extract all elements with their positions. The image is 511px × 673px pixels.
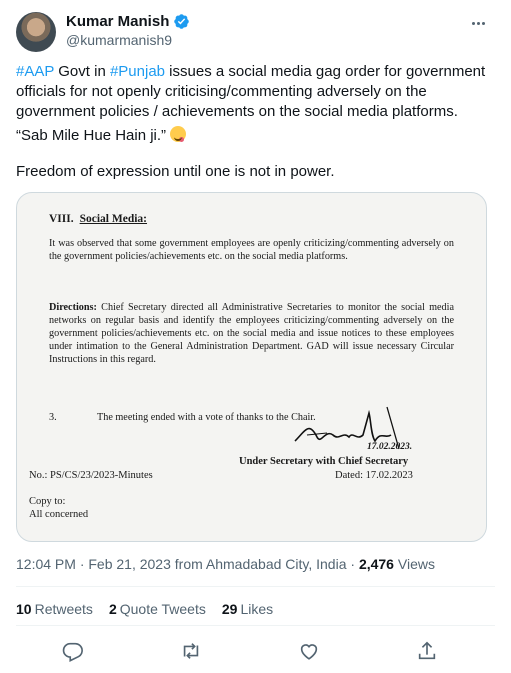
likes-count: 29 xyxy=(221,601,238,617)
tweet: Kumar Manish @kumarmanish9 #AAP Govt in … xyxy=(0,0,511,673)
doc-directions-label: Directions: xyxy=(49,302,97,313)
handwritten-signature xyxy=(294,406,400,450)
like-icon[interactable] xyxy=(298,640,320,662)
tweet-quote: “Sab Mile Hue Hain ji.” xyxy=(16,126,496,146)
quotes-label: Quote Tweets xyxy=(119,601,206,617)
retweets-count: 10 xyxy=(16,601,32,617)
quote-tweets-stat[interactable]: 2 Quote Tweets xyxy=(109,601,206,617)
tweet-closing: Freedom of expression until one is not i… xyxy=(16,163,335,180)
doc-ref-number: No.: PS/CS/23/2023-Minutes xyxy=(29,470,153,481)
quotes-count: 2 xyxy=(108,601,117,617)
verified-badge-icon xyxy=(174,14,190,29)
document-scan: VIII. Social Media: It was observed that … xyxy=(17,193,486,541)
more-options-icon[interactable] xyxy=(467,14,489,32)
hashtag-punjab[interactable]: #Punjab xyxy=(110,63,165,80)
tweet-quote-text: “Sab Mile Hue Hain ji.” xyxy=(16,127,171,144)
retweets-label: Retweets xyxy=(34,601,93,617)
engagement-stats: 10 Retweets 2 Quote Tweets 29 Likes xyxy=(16,601,273,617)
tweet-metadata: 12:04 PM · Feb 21, 2023 from Ahmadabad C… xyxy=(16,556,435,572)
attached-image[interactable]: VIII. Social Media: It was observed that … xyxy=(16,192,487,542)
views-label: Views xyxy=(393,556,435,572)
tweet-text: #AAP Govt in #Punjab issues a social med… xyxy=(16,62,496,122)
display-name[interactable]: Kumar Manish xyxy=(66,13,169,30)
tweet-text-mid: Govt in xyxy=(54,63,110,80)
doc-heading-num: VIII. xyxy=(49,213,74,225)
hashtag-aap[interactable]: #AAP xyxy=(16,63,54,80)
doc-item-text: The meeting ended with a vote of thanks … xyxy=(97,412,316,423)
doc-signature-date: 17.02.2023. xyxy=(367,442,413,452)
doc-paragraph-1: It was observed that some government emp… xyxy=(49,238,454,262)
likes-label: Likes xyxy=(240,601,274,617)
doc-directions-text: Chief Secretary directed all Administrat… xyxy=(49,302,454,365)
action-bar xyxy=(0,636,511,666)
doc-paragraph-2: Directions: Chief Secretary directed all… xyxy=(49,301,454,366)
doc-concerned: All concerned xyxy=(29,509,89,520)
likes-stat[interactable]: 29 Likes xyxy=(222,601,273,617)
doc-heading: VIII. Social Media: xyxy=(49,213,147,226)
doc-designation: Under Secretary with Chief Secretary xyxy=(239,456,409,467)
user-handle[interactable]: @kumarmanish9 xyxy=(66,32,172,48)
divider xyxy=(16,625,495,626)
doc-item-number: 3. xyxy=(49,412,57,423)
author-name-row: Kumar Manish xyxy=(66,13,190,30)
retweets-stat[interactable]: 10 Retweets xyxy=(16,601,93,617)
doc-copy-to: Copy to: All concerned xyxy=(29,495,88,521)
face-savoring-food-icon xyxy=(170,126,187,142)
avatar[interactable] xyxy=(16,12,56,52)
share-icon[interactable] xyxy=(416,640,438,662)
doc-dated: Dated: 17.02.2023 xyxy=(335,470,413,481)
doc-heading-title: Social Media: xyxy=(79,213,148,225)
tweet-timestamp[interactable]: 12:04 PM · Feb 21, 2023 from Ahmadabad C… xyxy=(16,556,359,572)
divider xyxy=(16,586,495,587)
views-count: 2,476 xyxy=(358,556,394,572)
doc-copy-label: Copy to: xyxy=(29,496,66,507)
reply-icon[interactable] xyxy=(62,640,84,662)
retweet-icon[interactable] xyxy=(180,640,202,662)
